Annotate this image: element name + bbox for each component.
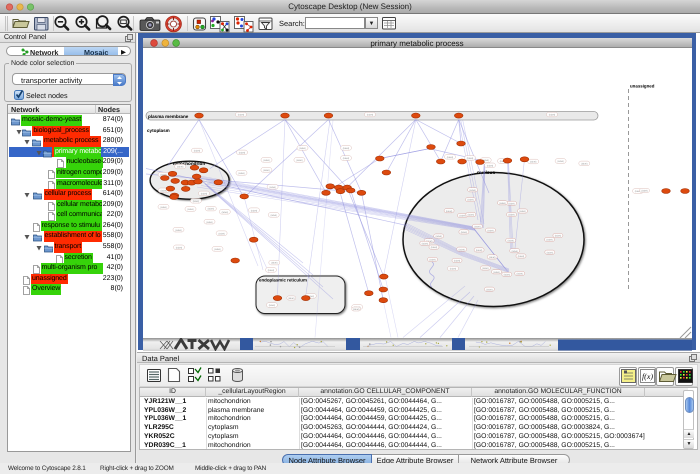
svg-text:(label): (label) <box>486 164 493 167</box>
svg-text:(label): (label) <box>237 113 244 116</box>
svg-text:(label): (label) <box>482 267 489 270</box>
svg-text:(label): (label) <box>271 261 278 264</box>
svg-text:f(x): f(x) <box>642 372 653 381</box>
svg-text:(label): (label) <box>250 209 257 212</box>
svg-text:(label): (label) <box>206 220 213 223</box>
svg-text:(label): (label) <box>177 165 184 168</box>
svg-text:(label): (label) <box>530 160 537 163</box>
svg-text:(label): (label) <box>487 229 494 232</box>
svg-text:(label): (label) <box>187 208 194 211</box>
svg-text:(label): (label) <box>557 160 564 163</box>
svg-text:(label): (label) <box>429 258 436 261</box>
svg-text:(label): (label) <box>430 246 437 249</box>
svg-text:(label): (label) <box>238 151 245 154</box>
svg-text:(label): (label) <box>503 273 510 276</box>
svg-text:(label): (label) <box>238 172 245 175</box>
svg-text:(label): (label) <box>511 249 518 252</box>
svg-text:(label): (label) <box>474 225 481 228</box>
svg-text:(label): (label) <box>467 213 474 216</box>
svg-text:(label): (label) <box>460 231 467 234</box>
svg-text:(label): (label) <box>507 239 514 242</box>
svg-text:(label): (label) <box>508 202 515 205</box>
svg-text:(label): (label) <box>214 248 221 251</box>
svg-text:(label): (label) <box>421 242 428 245</box>
svg-text:(label): (label) <box>469 188 476 191</box>
svg-text:(label): (label) <box>268 304 275 307</box>
svg-text:(label): (label) <box>554 234 561 237</box>
svg-text:(label): (label) <box>175 228 182 231</box>
svg-text:(label): (label) <box>516 272 523 275</box>
svg-text:(label): (label) <box>200 192 207 195</box>
svg-text:(label): (label) <box>342 147 349 150</box>
svg-text:(label): (label) <box>486 288 493 291</box>
svg-text:(label): (label) <box>546 251 553 254</box>
svg-text:(label): (label) <box>288 297 295 300</box>
svg-text:(label): (label) <box>517 255 524 258</box>
svg-text:(label): (label) <box>263 169 270 172</box>
svg-text:(label): (label) <box>466 157 473 160</box>
svg-text:unassigned: unassigned <box>630 83 654 88</box>
svg-text:(label): (label) <box>175 246 182 249</box>
svg-text:(label): (label) <box>453 259 460 262</box>
svg-text:(label): (label) <box>445 209 452 212</box>
svg-text:plasma membrane: plasma membrane <box>148 114 188 119</box>
svg-text:(label): (label) <box>270 214 277 217</box>
svg-text:(label): (label) <box>546 238 553 241</box>
svg-text:(label): (label) <box>296 159 303 162</box>
svg-text:(label): (label) <box>267 269 274 272</box>
svg-text:(label): (label) <box>508 213 515 216</box>
svg-text:(label): (label) <box>499 201 506 204</box>
svg-text:(label): (label) <box>641 189 648 192</box>
svg-text:endoplasmic reticulum: endoplasmic reticulum <box>259 277 307 282</box>
svg-text:(label): (label) <box>489 256 496 259</box>
svg-text:(label): (label) <box>493 270 500 273</box>
svg-text:(label): (label) <box>299 147 306 150</box>
svg-text:(label): (label) <box>548 113 555 116</box>
svg-text:cytoplasm: cytoplasm <box>147 128 170 133</box>
svg-text:(label): (label) <box>458 248 465 251</box>
svg-text:(label): (label) <box>193 149 200 152</box>
svg-text:(label): (label) <box>160 205 167 208</box>
svg-text:(label): (label) <box>459 214 466 217</box>
svg-text:(label): (label) <box>446 155 453 158</box>
svg-text:(label): (label) <box>207 207 214 210</box>
svg-text:(label): (label) <box>221 210 228 213</box>
svg-text:(label): (label) <box>218 232 225 235</box>
svg-text:(label): (label) <box>449 267 456 270</box>
svg-text:(label): (label) <box>435 235 442 238</box>
svg-text:(label): (label) <box>581 162 588 165</box>
svg-text:(label): (label) <box>467 198 474 201</box>
svg-text:(label): (label) <box>269 185 276 188</box>
svg-text:(label): (label) <box>366 113 373 116</box>
svg-text:(label): (label) <box>263 159 270 162</box>
svg-text:(label): (label) <box>342 157 349 160</box>
svg-text:(label): (label) <box>353 308 360 311</box>
svg-text:(label): (label) <box>475 249 482 252</box>
svg-text:(label): (label) <box>519 210 526 213</box>
svg-text:(label): (label) <box>192 199 199 202</box>
